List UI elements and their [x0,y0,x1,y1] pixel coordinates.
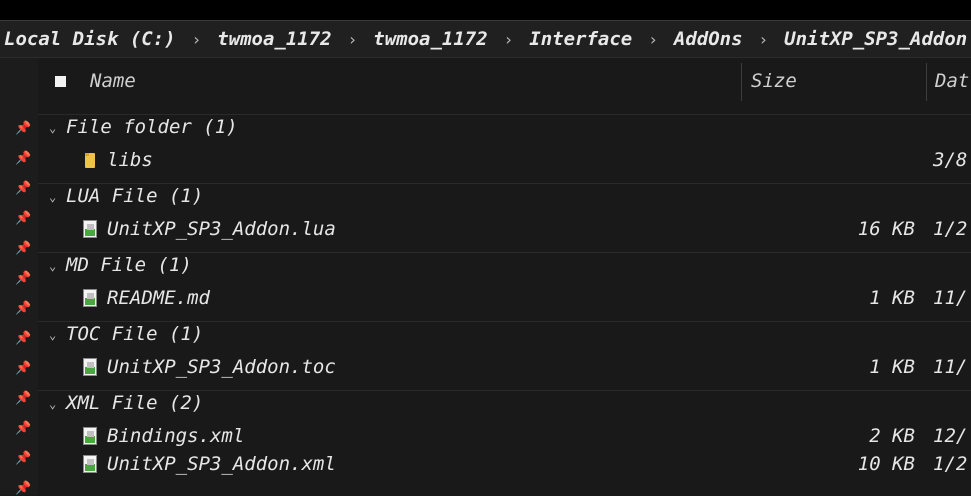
pin-icon[interactable]: 📌 [15,181,31,196]
file-size: 16 KB [857,218,915,240]
navigation-pane: 📌 📌 📌 📌 📌 📌 📌 📌 📌 📌 📌 📌 📌 [0,58,38,496]
pin-icon[interactable]: 📌 [15,271,31,286]
pin-icon[interactable]: 📌 [15,121,31,136]
chevron-right-icon[interactable]: › [492,30,526,49]
pin-icon[interactable]: 📌 [15,451,31,466]
breadcrumb-item-twmoa-1[interactable]: twmoa_1172 [213,28,335,50]
group-label: TOC File (1) [66,323,204,345]
file-row-toc[interactable]: UnitXP_SP3_Addon.toc 1 KB 11/ [38,355,971,383]
group-label: MD File (1) [66,254,192,276]
file-list: ⌄ File folder (1) libs 3/8 ⌄ LUA File (1… [38,106,971,495]
pin-icon[interactable]: 📌 [15,241,31,256]
group-header-file-folder[interactable]: ⌄ File folder (1) [38,114,971,143]
file-icon [83,220,97,238]
column-header-date[interactable]: Dat [935,70,969,92]
pin-icon[interactable]: 📌 [15,331,31,346]
group-header-toc[interactable]: ⌄ TOC File (1) [38,321,971,350]
file-size: 10 KB [857,453,915,475]
chevron-down-icon[interactable]: ⌄ [49,190,56,204]
column-divider[interactable] [926,63,927,101]
column-divider[interactable] [741,63,742,101]
file-date: 11/ [933,287,968,309]
file-size: 1 KB [869,287,915,309]
chevron-down-icon[interactable]: ⌄ [49,121,56,135]
file-date: 1/2 [933,218,968,240]
group-label: XML File (2) [66,392,204,414]
file-size: 1 KB [869,356,915,378]
file-name: libs [107,149,153,171]
file-name: README.md [107,287,210,309]
select-all-checkbox[interactable] [55,76,66,87]
folder-icon [85,153,95,168]
breadcrumb-item-local-disk[interactable]: Local Disk (C:) [0,28,180,50]
file-row-libs[interactable]: libs 3/8 [38,148,971,176]
pin-icon[interactable]: 📌 [15,211,31,226]
file-row-readme[interactable]: README.md 1 KB 11/ [38,286,971,314]
file-date: 1/2 [933,453,968,475]
pin-icon[interactable]: 📌 [15,151,31,166]
breadcrumb-item-twmoa-2[interactable]: twmoa_1172 [369,28,491,50]
chevron-down-icon[interactable]: ⌄ [49,259,56,273]
breadcrumb-item-addons[interactable]: AddOns [670,28,747,50]
pin-icon[interactable]: 📌 [15,421,31,436]
breadcrumb: Local Disk (C:) › twmoa_1172 › twmoa_117… [0,20,971,58]
pin-icon[interactable]: 📌 [15,361,31,376]
file-icon [83,358,97,376]
breadcrumb-item-interface[interactable]: Interface [525,28,636,50]
chevron-right-icon[interactable]: › [747,30,781,49]
file-name: Bindings.xml [107,425,245,447]
file-row-unitxp-xml[interactable]: UnitXP_SP3_Addon.xml 10 KB 1/2 [38,452,971,480]
file-size: 2 KB [869,425,915,447]
title-bar-strip [0,0,971,20]
file-name: UnitXP_SP3_Addon.lua [107,218,336,240]
chevron-down-icon[interactable]: ⌄ [49,397,56,411]
file-row-lua[interactable]: UnitXP_SP3_Addon.lua 16 KB 1/2 [38,217,971,245]
column-header-name[interactable]: Name [90,70,136,92]
file-name: UnitXP_SP3_Addon.xml [107,453,336,475]
breadcrumb-item-unitxp[interactable]: UnitXP_SP3_Addon [780,28,971,50]
file-name: UnitXP_SP3_Addon.toc [107,356,336,378]
group-header-xml[interactable]: ⌄ XML File (2) [38,390,971,419]
file-date: 11/ [933,356,968,378]
pin-icon[interactable]: 📌 [15,301,31,316]
column-header-size[interactable]: Size [751,70,797,92]
group-label: File folder (1) [66,116,238,138]
file-icon [83,455,97,473]
pin-icon[interactable]: 📌 [15,481,31,496]
file-icon [83,427,97,445]
chevron-right-icon[interactable]: › [180,30,214,49]
file-icon [83,289,97,307]
file-row-bindings[interactable]: Bindings.xml 2 KB 12/ [38,424,971,452]
file-date: 12/ [933,425,968,447]
pin-icon[interactable]: 📌 [15,391,31,406]
group-header-lua[interactable]: ⌄ LUA File (1) [38,183,971,212]
chevron-right-icon[interactable]: › [636,30,670,49]
group-label: LUA File (1) [66,185,204,207]
file-date: 3/8 [933,149,968,171]
chevron-down-icon[interactable]: ⌄ [49,328,56,342]
chevron-right-icon[interactable]: › [336,30,370,49]
group-header-md[interactable]: ⌄ MD File (1) [38,252,971,281]
column-header-row: Name Size Dat [38,58,971,106]
